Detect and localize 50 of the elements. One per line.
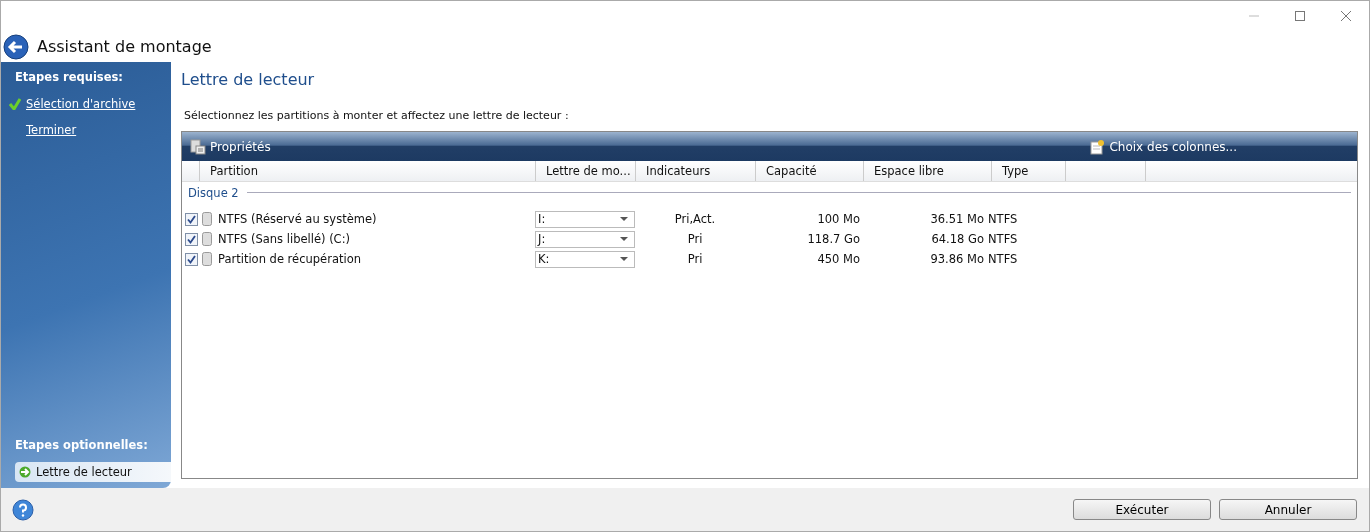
- maximize-icon[interactable]: [1294, 10, 1306, 22]
- properties-button[interactable]: Propriétés: [190, 138, 271, 155]
- instruction-text: Sélectionnez les partitions à monter et affectez une lettre de lecteur :: [184, 109, 570, 122]
- section-heading: Etapes requises:: [14, 70, 124, 86]
- column-header[interactable]: Lettre de mo...: [536, 161, 636, 181]
- section-heading: Etapes optionnelles:: [14, 438, 149, 454]
- table-cell-text: 36.51 Mo: [929, 212, 984, 226]
- window-title: Assistant de montage: [37, 37, 212, 56]
- dialog-button[interactable]: Annuler: [1219, 499, 1357, 520]
- caret-icon: [620, 256, 628, 262]
- letter-dropdown[interactable]: I:: [535, 210, 635, 228]
- column-header[interactable]: Capacité: [756, 161, 864, 181]
- checkbox[interactable]: [185, 232, 198, 246]
- close-icon[interactable]: [1340, 10, 1352, 22]
- table-cell-text: Partition de récupération: [218, 252, 362, 266]
- notepad-icon: [1089, 138, 1106, 155]
- step-link[interactable]: Terminer: [1, 120, 171, 140]
- caret-icon: [620, 216, 628, 222]
- dialog-button[interactable]: Exécuter: [1073, 499, 1211, 520]
- column-header[interactable]: Partition: [200, 161, 536, 181]
- table-cell-text: NTFS: [987, 212, 1018, 226]
- table-cell-text: 450 Mo: [816, 252, 860, 266]
- table-cell-text: Pri: [686, 252, 704, 266]
- step-link[interactable]: Sélection d'archive: [1, 94, 171, 114]
- column-chooser-button[interactable]: Choix des colonnes...: [1089, 138, 1237, 155]
- letter-dropdown[interactable]: J:: [535, 230, 635, 248]
- table-cell-text: NTFS (Sans libellé) (C:): [218, 232, 351, 246]
- table-cell-text: 100 Mo: [816, 212, 860, 226]
- table-cell-text: 64.18 Go: [930, 232, 984, 246]
- column-header[interactable]: Indicateurs: [636, 161, 756, 181]
- page-title: Lettre de lecteur: [181, 70, 316, 89]
- table-cell-text: Pri: [686, 232, 704, 246]
- arrow-icon: [19, 466, 31, 478]
- help-icon[interactable]: [12, 498, 34, 521]
- column-header[interactable]: Type: [992, 161, 1066, 181]
- back-button[interactable]: [3, 33, 29, 60]
- table-cell-text: Pri,Act.: [673, 212, 717, 226]
- table-cell-text: 118.7 Go: [806, 232, 860, 246]
- group-label: Disque 2: [188, 185, 239, 200]
- table-cell-text: NTFS: [987, 232, 1018, 246]
- checkbox[interactable]: [185, 212, 198, 226]
- column-header[interactable]: Espace libre: [864, 161, 992, 181]
- step-link[interactable]: Lettre de lecteur: [15, 462, 171, 482]
- letter-dropdown[interactable]: K:: [535, 250, 635, 268]
- properties-icon: [190, 138, 206, 155]
- table-cell-text: NTFS (Réservé au système): [218, 212, 378, 226]
- table-cell-text: 93.86 Mo: [929, 252, 984, 266]
- checkbox[interactable]: [185, 252, 198, 266]
- caret-icon: [620, 236, 628, 242]
- table-cell-text: NTFS: [987, 252, 1018, 266]
